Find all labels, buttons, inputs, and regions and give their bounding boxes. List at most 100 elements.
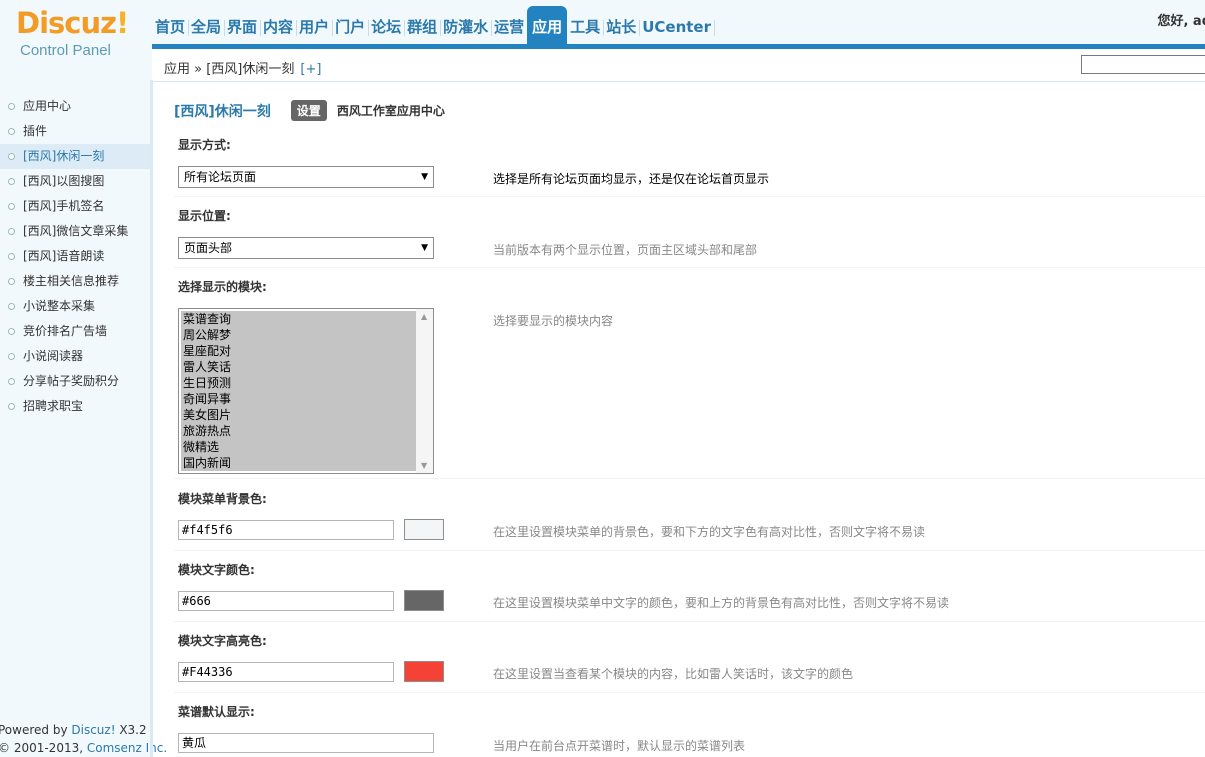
sidebar-menu: 应用中心 插件 [西风]休闲一刻 [西风]以图搜图 [西风]手机签名 [西风]微信文章采集… — [0, 94, 150, 419]
sidebar-item[interactable]: 小说整本采集 — [0, 294, 150, 319]
footer-powered-by: Powered by Discuz! X3.2 © 2001-2013, Com… — [0, 723, 168, 755]
plugin-title: [西风]休闲一刻 — [174, 103, 271, 120]
search-input[interactable] — [1081, 55, 1205, 74]
discuz-link[interactable]: Discuz! — [71, 723, 115, 737]
topnav-item[interactable]: 内容 — [260, 6, 298, 44]
topnav-item[interactable]: 用户 — [296, 6, 334, 44]
bullet-icon — [8, 403, 15, 410]
setting-description: 选择是所有论坛页面均显示，还是仅在论坛首页显示 — [493, 172, 770, 186]
main-content: [西风]休闲一刻 设置 西风工作室应用中心 显示方式: 所有论坛页面 ▼ 选择是… — [153, 82, 1205, 757]
setting-label: 菜谱默认显示: — [178, 705, 255, 719]
setting-description: 选择要显示的模块内容 — [493, 314, 614, 328]
topnav-item[interactable]: 全局 — [188, 6, 226, 44]
setting-label: 选择显示的模块: — [178, 280, 267, 294]
sidebar-item[interactable]: [西风]微信文章采集 — [0, 219, 150, 244]
sidebar-item[interactable]: 小说阅读器 — [0, 344, 150, 369]
scroll-up-icon[interactable]: ▲ — [421, 312, 427, 321]
topnav-item[interactable]: UCenter — [639, 6, 715, 44]
setting-description: 当前版本有两个显示位置，页面主区域头部和尾部 — [493, 243, 758, 257]
plugin-header: [西风]休闲一刻 设置 西风工作室应用中心 — [174, 100, 445, 121]
module-option[interactable]: 雷人笑话 — [181, 359, 416, 375]
display-position-select[interactable]: 页面头部 ▼ — [178, 237, 434, 259]
setting-description: 在这里设置当查看某个模块的内容，比如雷人笑话时，该文字的颜色 — [493, 667, 854, 681]
topnav-item[interactable]: 群组 — [404, 6, 442, 44]
sidebar-item[interactable]: 应用中心 — [0, 94, 150, 119]
sidebar: 应用中心 插件 [西风]休闲一刻 [西风]以图搜图 [西风]手机签名 [西风]微信文章采集… — [0, 80, 167, 757]
sidebar-item[interactable]: 招聘求职宝 — [0, 394, 150, 419]
user-greeting: 您好, ad — [1157, 14, 1205, 29]
topnav-item[interactable]: 应用 — [527, 6, 568, 44]
tab-settings[interactable]: 设置 — [290, 100, 327, 121]
row-divider — [174, 478, 1205, 479]
sidebar-item[interactable]: [西风]以图搜图 — [0, 169, 150, 194]
bullet-icon — [8, 128, 15, 135]
bullet-icon — [8, 253, 15, 260]
highlight-color-input[interactable]: #F44336 — [178, 662, 394, 682]
row-divider — [174, 692, 1205, 693]
setting-description: 在这里设置模块菜单的背景色，要和下方的文字色有高对比性，否则文字将不易读 — [493, 525, 926, 539]
setting-description: 当用户在前台点开菜谱时，默认显示的菜谱列表 — [493, 739, 746, 753]
top-nav: 首页 全局 界面 内容 用户 门户 论坛 群组 防灌水 运营 应用 工具 站长 UCenter — [152, 6, 715, 44]
setting-label: 模块菜单背景色: — [178, 492, 267, 506]
module-option[interactable]: 菜谱查询 — [181, 311, 416, 327]
row-divider — [174, 550, 1205, 551]
sidebar-item[interactable]: [西风]手机签名 — [0, 194, 150, 219]
topnav-item[interactable]: 门户 — [332, 6, 370, 44]
module-option[interactable]: 微精选 — [181, 439, 416, 455]
topnav-item[interactable]: 防灌水 — [440, 6, 493, 44]
recipe-default-input[interactable]: 黄瓜 — [178, 733, 434, 753]
setting-label: 模块文字高亮色: — [178, 634, 267, 648]
topnav-item[interactable]: 首页 — [152, 6, 190, 44]
modules-multiselect[interactable]: 菜谱查询 周公解梦 星座配对 雷人笑话 生日预测 奇闻异事 美女图片 旅游热点 微精选 国内新闻 … — [178, 308, 434, 474]
scroll-down-icon[interactable]: ▼ — [421, 461, 427, 470]
logo-brand: Discuz — [16, 6, 117, 40]
module-options: 菜谱查询 周公解梦 星座配对 雷人笑话 生日预测 奇闻异事 美女图片 旅游热点 微精选 国内新闻 — [181, 311, 416, 471]
display-mode-select[interactable]: 所有论坛页面 ▼ — [178, 166, 434, 188]
menu-bg-color-swatch[interactable] — [404, 519, 444, 540]
menu-bg-color-input[interactable]: #f4f5f6 — [178, 520, 394, 540]
listbox-scrollbar[interactable]: ▲ ▼ — [416, 309, 433, 473]
module-option[interactable]: 奇闻异事 — [181, 391, 416, 407]
logo[interactable]: Discuz! Control Panel — [0, 0, 150, 80]
setting-description: 在这里设置模块菜单中文字的颜色，要和上方的背景色有高对比性，否则文字将不易读 — [493, 596, 950, 610]
bullet-icon — [8, 178, 15, 185]
sidebar-item[interactable]: [西风]语音朗读 — [0, 244, 150, 269]
topnav-item[interactable]: 站长 — [603, 6, 641, 44]
bullet-icon — [8, 103, 15, 110]
module-option[interactable]: 美女图片 — [181, 407, 416, 423]
row-divider — [174, 621, 1205, 622]
topnav-item[interactable]: 论坛 — [368, 6, 406, 44]
dropdown-arrow-icon: ▼ — [421, 172, 428, 182]
sidebar-item[interactable]: 插件 — [0, 119, 150, 144]
sidebar-item[interactable]: [西风]休闲一刻 — [0, 144, 150, 169]
row-divider — [174, 196, 1205, 197]
text-color-input[interactable]: #666 — [178, 591, 394, 611]
module-option[interactable]: 国内新闻 — [181, 455, 416, 471]
bullet-icon — [8, 353, 15, 360]
topnav-item[interactable]: 运营 — [491, 6, 527, 44]
module-option[interactable]: 旅游热点 — [181, 423, 416, 439]
bullet-icon — [8, 228, 15, 235]
sidebar-item[interactable]: 分享帖子奖励积分 — [0, 369, 150, 394]
sidebar-item[interactable]: 楼主相关信息推荐 — [0, 269, 150, 294]
app-center-link[interactable]: 西风工作室应用中心 — [337, 102, 445, 119]
logo-subtitle: Control Panel — [20, 42, 111, 59]
bullet-icon — [8, 203, 15, 210]
module-option[interactable]: 周公解梦 — [181, 327, 416, 343]
module-option[interactable]: 生日预测 — [181, 375, 416, 391]
bullet-icon — [8, 278, 15, 285]
logo-exclamation: ! — [116, 6, 129, 40]
breadcrumb-path: 应用 » [西风]休闲一刻 — [164, 62, 295, 77]
sidebar-item[interactable]: 竞价排名广告墙 — [0, 319, 150, 344]
text-color-swatch[interactable] — [404, 590, 444, 611]
setting-label: 显示位置: — [178, 209, 231, 223]
bullet-icon — [8, 378, 15, 385]
nav-separator — [714, 20, 715, 36]
highlight-color-swatch[interactable] — [404, 661, 444, 682]
row-divider — [174, 267, 1205, 268]
module-option[interactable]: 星座配对 — [181, 343, 416, 359]
topnav-item[interactable]: 工具 — [567, 6, 605, 44]
add-shortcut-link[interactable]: [+] — [300, 62, 321, 77]
topnav-item[interactable]: 界面 — [224, 6, 262, 44]
breadcrumb: 应用 » [西风]休闲一刻 [+] — [152, 49, 1205, 82]
